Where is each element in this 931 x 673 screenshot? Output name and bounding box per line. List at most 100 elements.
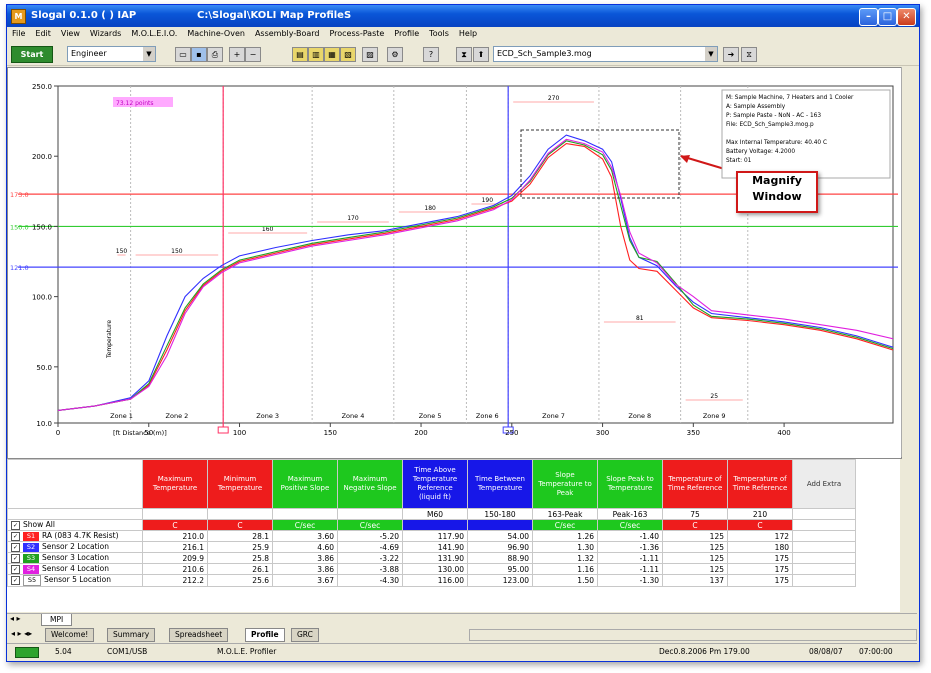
value-cell[interactable]: 95.00 — [467, 563, 533, 575]
value-cell[interactable]: 3.60 — [272, 530, 338, 542]
menu-mole[interactable]: M.O.L.E.I.O. — [126, 28, 182, 39]
param-cell[interactable] — [142, 508, 208, 520]
value-cell[interactable]: 54.00 — [467, 530, 533, 542]
value-cell[interactable]: 125 — [662, 541, 728, 553]
table-row[interactable]: ✓ S1 RA (083 4.7K Resist) 210.0 28.1 3.60 -5.2… — [7, 530, 856, 542]
menu-file[interactable]: File — [7, 28, 30, 39]
sensor-name-cell[interactable]: ✓ S3 Sensor 3 Location — [7, 552, 143, 564]
value-cell[interactable]: 125 — [662, 563, 728, 575]
assembly-icon[interactable]: ▥ — [308, 47, 324, 62]
upload-icon[interactable]: ⬆ — [473, 47, 489, 62]
sensor-checkbox[interactable]: ✓ — [11, 531, 20, 541]
param-cell[interactable]: 163-Peak — [532, 508, 598, 520]
add-extra-button[interactable]: Add Extra — [792, 459, 856, 509]
value-cell[interactable]: 96.90 — [467, 541, 533, 553]
chevron-down-icon[interactable]: ▼ — [705, 47, 717, 61]
value-cell[interactable]: 125 — [662, 530, 728, 542]
menu-help[interactable]: Help — [454, 28, 482, 39]
new-file-icon[interactable]: ▭ — [175, 47, 191, 62]
value-cell[interactable]: 1.50 — [532, 574, 598, 587]
value-cell[interactable]: -3.22 — [337, 552, 403, 564]
menu-assembly-board[interactable]: Assembly-Board — [250, 28, 325, 39]
value-cell[interactable]: -4.30 — [337, 574, 403, 587]
value-cell[interactable]: 130.00 — [402, 563, 468, 575]
header-temp-time-ref-1[interactable]: Temperature of Time Reference — [662, 459, 728, 509]
header-time-between[interactable]: Time Between Temperature — [467, 459, 533, 509]
value-cell[interactable]: 4.60 — [272, 541, 338, 553]
value-cell[interactable]: 175 — [727, 552, 793, 564]
header-min-temp[interactable]: Minimum Temperature — [207, 459, 273, 509]
sensor-name-cell[interactable]: ✓ S4 Sensor 4 Location — [7, 563, 143, 575]
value-cell[interactable]: 3.86 — [272, 563, 338, 575]
settings-icon[interactable]: ⚙ — [387, 47, 403, 62]
sensor-checkbox[interactable]: ✓ — [11, 553, 20, 563]
user-level-select[interactable]: Engineer ▼ — [67, 46, 156, 62]
header-temp-time-ref-2[interactable]: Temperature of Time Reference — [727, 459, 793, 509]
value-cell[interactable]: 3.67 — [272, 574, 338, 587]
profile-chart[interactable]: Zone 1 Zone 2 Zone 3 Zone 4 Zone 5 Zone 6 Zone… — [7, 67, 902, 459]
maximize-button[interactable]: □ — [878, 8, 897, 26]
profile-icon[interactable]: ▧ — [340, 47, 356, 62]
sensor-checkbox[interactable]: ✓ — [11, 564, 20, 574]
param-cell[interactable] — [272, 508, 338, 520]
value-cell[interactable]: 1.16 — [532, 563, 598, 575]
value-cell[interactable]: -5.20 — [337, 530, 403, 542]
value-cell[interactable]: 28.1 — [207, 530, 273, 542]
value-cell[interactable]: -1.36 — [597, 541, 663, 553]
pin-icon[interactable]: ⧖ — [741, 47, 757, 62]
report-icon[interactable]: ▨ — [362, 47, 378, 62]
value-cell[interactable]: 141.90 — [402, 541, 468, 553]
value-cell[interactable]: 116.00 — [402, 574, 468, 587]
title-bar[interactable]: M Slogal 0.1.0 ( ) IAP C:\Slogal\KOLI Ma… — [7, 5, 919, 27]
zoom-in-icon[interactable]: + — [229, 47, 245, 62]
chevron-down-icon[interactable]: ▼ — [143, 47, 155, 61]
print-icon[interactable]: ⎙ — [207, 47, 223, 62]
header-slope-peak-to[interactable]: Slope Peak to Temperature — [597, 459, 663, 509]
value-cell[interactable]: 117.90 — [402, 530, 468, 542]
tab-grc[interactable]: GRC — [291, 628, 319, 642]
table-row[interactable]: ✓ S4 Sensor 4 Location 210.6 26.1 3.86 -3.88 13… — [7, 563, 856, 575]
param-cell[interactable]: 75 — [662, 508, 728, 520]
value-cell[interactable]: 3.86 — [272, 552, 338, 564]
menu-tools[interactable]: Tools — [424, 28, 454, 39]
header-slope-to-peak[interactable]: Slope Temperature to Peak — [532, 459, 598, 509]
profile-chart-svg[interactable]: Zone 1 Zone 2 Zone 3 Zone 4 Zone 5 Zone 6 Zone… — [8, 68, 901, 458]
value-cell[interactable]: 175 — [727, 574, 793, 587]
sensor-checkbox[interactable]: ✓ — [11, 575, 20, 585]
table-row[interactable]: ✓ S3 Sensor 3 Location 209.9 25.8 3.86 -3.22 13… — [7, 552, 856, 564]
horizontal-scrollbar[interactable] — [469, 629, 917, 641]
param-cell[interactable] — [337, 508, 403, 520]
param-cell[interactable] — [207, 508, 273, 520]
table-row[interactable]: ✓ S2 Sensor 2 Location 216.1 25.9 4.60 -4.69 14… — [7, 541, 856, 553]
machine-icon[interactable]: ▤ — [292, 47, 308, 62]
sensor-name-cell[interactable]: ✓ S1 RA (083 4.7K Resist) — [7, 530, 143, 542]
zoom-out-icon[interactable]: − — [245, 47, 261, 62]
sensor-name-cell[interactable]: ✓ S5 Sensor 5 Location — [7, 574, 143, 587]
value-cell[interactable]: -1.11 — [597, 563, 663, 575]
value-cell[interactable]: 209.9 — [142, 552, 208, 564]
param-cell[interactable]: 150-180 — [467, 508, 533, 520]
tab-spreadsheet[interactable]: Spreadsheet — [169, 628, 229, 642]
value-cell[interactable]: 25.6 — [207, 574, 273, 587]
value-cell[interactable]: 25.9 — [207, 541, 273, 553]
menu-machine-oven[interactable]: Machine-Oven — [182, 28, 250, 39]
value-cell[interactable]: 172 — [727, 530, 793, 542]
show-all-cell[interactable]: ✓ Show All — [7, 519, 143, 531]
value-cell[interactable]: 137 — [662, 574, 728, 587]
value-cell[interactable]: 26.1 — [207, 563, 273, 575]
file-select[interactable]: ECD_Sch_Sample3.mog ▼ — [493, 46, 718, 62]
param-cell[interactable]: 210 — [727, 508, 793, 520]
value-cell[interactable]: -3.88 — [337, 563, 403, 575]
menu-profile[interactable]: Profile — [389, 28, 424, 39]
tab-summary[interactable]: Summary — [107, 628, 156, 642]
help-icon[interactable]: ? — [423, 47, 439, 62]
value-cell[interactable]: 180 — [727, 541, 793, 553]
header-max-neg-slope[interactable]: Maximum Negative Slope — [337, 459, 403, 509]
download-icon[interactable]: ⧗ — [456, 47, 472, 62]
show-all-checkbox[interactable]: ✓ — [11, 520, 20, 530]
sensor-checkbox[interactable]: ✓ — [11, 542, 20, 552]
tab-nav-arrows[interactable]: ◂ ▸ ◂▸ — [11, 629, 32, 638]
header-time-above[interactable]: Time Above Temperature Reference (liquid… — [402, 459, 468, 509]
tab-profile[interactable]: Profile — [245, 628, 285, 642]
close-button[interactable]: ✕ — [897, 8, 916, 26]
